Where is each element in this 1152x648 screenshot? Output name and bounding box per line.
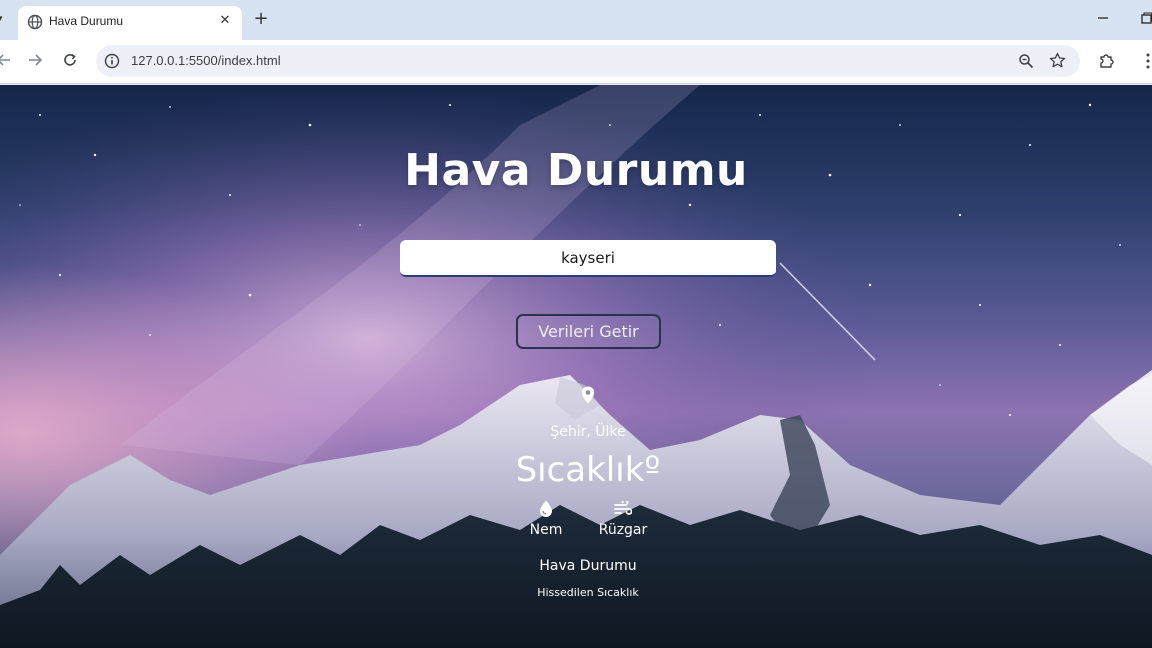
fetch-data-button[interactable]: Verileri Getir bbox=[516, 314, 661, 349]
url-text[interactable]: 127.0.0.1:5500/index.html bbox=[131, 53, 281, 68]
browser-toolbar: 127.0.0.1:5500/index.html bbox=[0, 40, 1152, 84]
map-pin-icon bbox=[581, 386, 595, 404]
browser-menu-icon[interactable] bbox=[1144, 52, 1152, 70]
page-title: Hava Durumu bbox=[404, 145, 748, 196]
minimize-icon[interactable] bbox=[1096, 11, 1110, 25]
city-search-input[interactable] bbox=[400, 240, 776, 277]
browser-tab-strip: ▾ Hava Durumu ✕ + bbox=[0, 0, 1152, 40]
wind-icon bbox=[614, 501, 632, 515]
city-country-text: Şehir, Ülke bbox=[550, 424, 626, 440]
humidity-label: Nem bbox=[529, 522, 563, 538]
bookmark-star-icon[interactable] bbox=[1049, 52, 1066, 69]
weather-description-text: Hava Durumu bbox=[539, 558, 637, 574]
feels-like-text: Hissedilen Sıcaklık bbox=[537, 586, 639, 599]
wind-label: Rüzgar bbox=[598, 522, 648, 538]
temperature-text: Sıcaklıkº bbox=[515, 450, 661, 490]
water-drop-icon bbox=[540, 500, 552, 517]
close-tab-icon[interactable]: ✕ bbox=[216, 12, 234, 30]
back-arrow-icon[interactable] bbox=[0, 52, 12, 68]
browser-tab[interactable]: Hava Durumu ✕ bbox=[18, 6, 242, 40]
reload-icon[interactable] bbox=[62, 52, 78, 68]
tab-search-chevron-icon[interactable]: ▾ bbox=[0, 10, 8, 28]
tab-title: Hava Durumu bbox=[49, 14, 124, 28]
forward-arrow-icon[interactable] bbox=[27, 52, 43, 68]
zoom-icon[interactable] bbox=[1018, 53, 1034, 69]
extensions-puzzle-icon[interactable] bbox=[1098, 52, 1115, 69]
globe-icon bbox=[27, 14, 43, 30]
address-bar[interactable]: 127.0.0.1:5500/index.html bbox=[96, 45, 1080, 77]
site-info-icon[interactable] bbox=[104, 53, 120, 69]
new-tab-icon[interactable]: + bbox=[252, 10, 270, 28]
page-viewport: Hava Durumu Verileri Getir Şehir, Ülke S… bbox=[0, 85, 1152, 648]
restore-window-icon[interactable] bbox=[1140, 12, 1152, 24]
